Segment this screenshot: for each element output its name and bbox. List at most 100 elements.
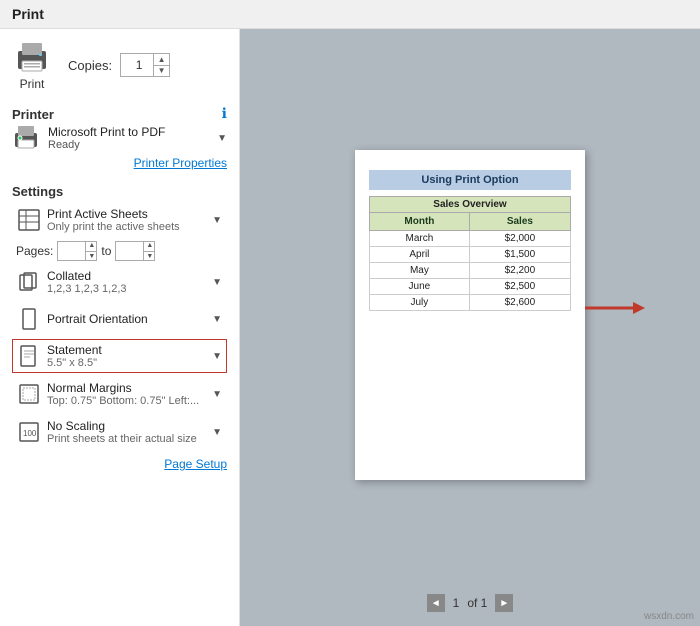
cell-sales-june: $2,500: [469, 278, 570, 294]
spinner-arrows: ▲ ▼: [153, 54, 169, 76]
cell-sales-july: $2,600: [469, 294, 570, 310]
copies-input[interactable]: [121, 54, 157, 76]
cell-month-july: July: [370, 294, 470, 310]
paper-size-text: Statement 5.5" x 8.5": [47, 343, 206, 369]
right-panel: Using Print Option Sales Overview Month …: [240, 29, 700, 626]
arrow-indicator: [585, 298, 645, 318]
print-button-label: Print: [20, 77, 45, 91]
orientation-dropdown-arrow[interactable]: ▼: [212, 314, 222, 325]
pages-to-up[interactable]: ▲: [144, 241, 155, 252]
col-header-month: Month: [370, 212, 470, 230]
active-sheets-sub: Only print the active sheets: [47, 221, 206, 233]
copies-down-arrow[interactable]: ▼: [154, 66, 169, 77]
watermark: wsxdn.com: [644, 611, 694, 622]
info-icon[interactable]: ℹ: [222, 105, 227, 122]
margins-main: Normal Margins: [47, 381, 206, 395]
pages-to-down[interactable]: ▼: [144, 252, 155, 262]
paper-size-main: Statement: [47, 343, 206, 357]
table-title-row: Sales Overview: [370, 196, 571, 212]
printer-properties-link[interactable]: Printer Properties: [134, 156, 227, 170]
collated-icon: [17, 270, 41, 294]
page-setup-link[interactable]: Page Setup: [164, 457, 227, 471]
print-icon: [12, 39, 52, 75]
svg-text:100: 100: [23, 429, 37, 438]
main-container: Print Copies: ▲ ▼ Printer ℹ: [0, 29, 700, 626]
cell-month-june: June: [370, 278, 470, 294]
paper-size-dropdown-arrow[interactable]: ▼: [212, 351, 222, 362]
copies-label: Copies:: [68, 58, 112, 73]
active-sheets-main: Print Active Sheets: [47, 207, 206, 221]
scaling-icon: 100: [17, 420, 41, 444]
collated-main: Collated: [47, 269, 206, 283]
pages-to-label: to: [101, 244, 111, 258]
pages-from-up[interactable]: ▲: [86, 241, 97, 252]
setting-scaling[interactable]: 100 No Scaling Print sheets at their act…: [12, 415, 227, 449]
left-panel: Print Copies: ▲ ▼ Printer ℹ: [0, 29, 240, 626]
table-row: April $1,500: [370, 246, 571, 262]
printer-info: Microsoft Print to PDF Ready: [48, 125, 209, 151]
cell-month-may: May: [370, 262, 470, 278]
setting-collated[interactable]: Collated 1,2,3 1,2,3 1,2,3 ▼: [12, 265, 227, 299]
print-button[interactable]: Print: [12, 39, 52, 91]
cell-sales-march: $2,000: [469, 230, 570, 246]
prev-page-button[interactable]: ◄: [427, 594, 445, 612]
table-row: May $2,200: [370, 262, 571, 278]
printer-status: Ready: [48, 139, 209, 151]
window-title: Print: [12, 6, 44, 22]
collated-sub: 1,2,3 1,2,3 1,2,3: [47, 283, 206, 295]
collated-dropdown-arrow[interactable]: ▼: [212, 277, 222, 288]
pages-from-down[interactable]: ▼: [86, 252, 97, 262]
margins-text: Normal Margins Top: 0.75" Bottom: 0.75" …: [47, 381, 206, 407]
settings-section: Settings Print Active Sheets Only print …: [12, 180, 227, 473]
printer-section-label: Printer: [12, 107, 54, 122]
table-row: July $2,600: [370, 294, 571, 310]
preview-heading: Using Print Option: [369, 170, 571, 190]
pages-row: Pages: ▲ ▼ to ▲ ▼: [12, 241, 227, 261]
setting-margins[interactable]: Normal Margins Top: 0.75" Bottom: 0.75" …: [12, 377, 227, 411]
printer-section: Printer ℹ Microsoft Print to PDF Ready ▼: [12, 103, 227, 172]
active-sheets-icon: [17, 208, 41, 232]
margins-icon: [17, 382, 41, 406]
copies-row: Copies: ▲ ▼: [68, 53, 170, 77]
of-label: of 1: [467, 596, 487, 610]
setting-active-sheets[interactable]: Print Active Sheets Only print the activ…: [12, 203, 227, 237]
settings-section-label: Settings: [12, 184, 227, 199]
active-sheets-text: Print Active Sheets Only print the activ…: [47, 207, 206, 233]
setting-paper-size[interactable]: Statement 5.5" x 8.5" ▼: [12, 339, 227, 373]
cell-sales-april: $1,500: [469, 246, 570, 262]
margins-dropdown-arrow[interactable]: ▼: [212, 389, 222, 400]
orientation-main: Portrait Orientation: [47, 312, 206, 326]
setting-orientation[interactable]: Portrait Orientation ▼: [12, 303, 227, 335]
scaling-text: No Scaling Print sheets at their actual …: [47, 419, 206, 445]
pagination-bar: ◄ 1 of 1 ►: [427, 590, 514, 616]
collated-text: Collated 1,2,3 1,2,3 1,2,3: [47, 269, 206, 295]
scaling-sub: Print sheets at their actual size: [47, 433, 206, 445]
cell-sales-may: $2,200: [469, 262, 570, 278]
cell-month-april: April: [370, 246, 470, 262]
pages-label: Pages:: [16, 244, 53, 258]
preview-table: Sales Overview Month Sales March $2,000: [369, 196, 571, 311]
next-page-button[interactable]: ►: [495, 594, 513, 612]
table-title: Sales Overview: [370, 196, 571, 212]
table-row: June $2,500: [370, 278, 571, 294]
preview-wrapper: Using Print Option Sales Overview Month …: [355, 150, 585, 480]
table-row: March $2,000: [370, 230, 571, 246]
col-header-sales: Sales: [469, 212, 570, 230]
page-number: 1: [453, 596, 460, 610]
print-btn-row: Print Copies: ▲ ▼: [12, 39, 227, 91]
margins-sub: Top: 0.75" Bottom: 0.75" Left:...: [47, 395, 206, 407]
printer-dropdown-arrow[interactable]: ▼: [217, 133, 227, 144]
printer-row: Microsoft Print to PDF Ready ▼: [12, 124, 227, 152]
active-sheets-dropdown-arrow[interactable]: ▼: [212, 215, 222, 226]
printer-name: Microsoft Print to PDF: [48, 125, 209, 139]
scaling-main: No Scaling: [47, 419, 206, 433]
orientation-icon: [17, 307, 41, 331]
page-preview-area: Using Print Option Sales Overview Month …: [250, 39, 690, 590]
orientation-text: Portrait Orientation: [47, 312, 206, 326]
copies-up-arrow[interactable]: ▲: [154, 54, 169, 66]
paper-size-sub: 5.5" x 8.5": [47, 357, 206, 369]
page-preview: Using Print Option Sales Overview Month …: [355, 150, 585, 480]
scaling-dropdown-arrow[interactable]: ▼: [212, 427, 222, 438]
table-header-row: Month Sales: [370, 212, 571, 230]
title-bar: Print: [0, 0, 700, 29]
